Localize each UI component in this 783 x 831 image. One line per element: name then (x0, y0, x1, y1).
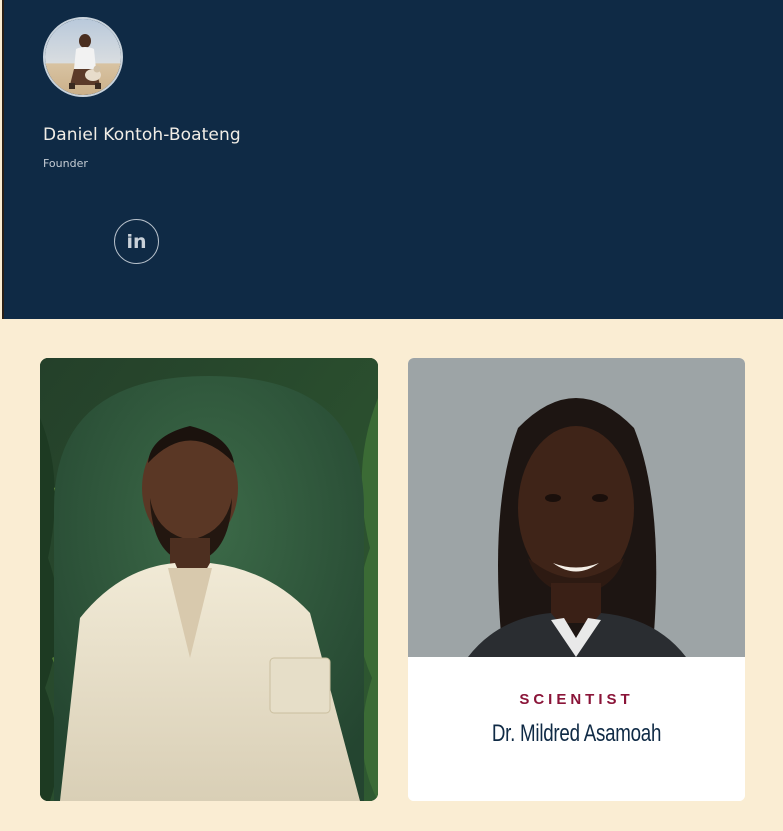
founder-section: Daniel Kontoh-Boateng Founder in (2, 0, 783, 319)
team-page: Daniel Kontoh-Boateng Founder in SCIENTI… (0, 0, 783, 831)
team-member-photo (408, 358, 745, 657)
linkedin-icon[interactable]: in (114, 219, 159, 264)
member-role: SCIENTIST (519, 691, 634, 708)
founder-avatar (43, 17, 123, 97)
founder-role: Founder (43, 157, 88, 170)
member-name: Dr. Mildred Asamoah (491, 720, 662, 747)
founder-name: Daniel Kontoh-Boateng (43, 125, 241, 145)
team-card[interactable] (40, 358, 378, 801)
team-card[interactable]: SCIENTIST Dr. Mildred Asamoah (408, 358, 745, 801)
team-card-info: SCIENTIST Dr. Mildred Asamoah (408, 657, 745, 801)
team-member-photo (40, 358, 378, 801)
